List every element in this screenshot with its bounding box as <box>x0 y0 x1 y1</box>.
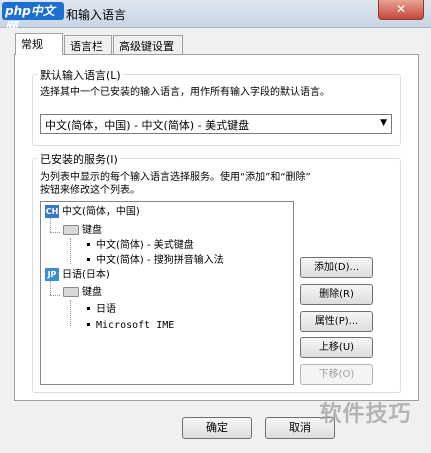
chevron-down-icon: ▼ <box>380 118 387 128</box>
default-language-description: 选择其中一个已安装的输入语言，用作所有输入字段的默认语言。 <box>40 87 330 98</box>
ok-button[interactable]: 确定 <box>182 417 252 439</box>
tree-connector <box>50 295 60 296</box>
tree-connector <box>50 232 60 233</box>
close-button[interactable]: ✕ <box>378 0 424 20</box>
title-bar: php中文网 和输入语言 ✕ <box>0 0 431 34</box>
language-badge-icon: JP <box>45 268 59 281</box>
add-button[interactable]: 添加(D)... <box>300 257 373 278</box>
tree-item-label: 中文(简体) - 搜狗拼音输入法 <box>96 255 224 266</box>
tree-item-label: 中文(简体) - 美式键盘 <box>96 240 194 251</box>
window-title: 和输入语言 <box>66 8 127 22</box>
tree-node-language-chinese[interactable]: CH 中文(简体，中国) <box>45 205 140 220</box>
site-logo: php中文网 <box>2 2 64 34</box>
tree-node-keyboard-group[interactable]: 键盘 <box>63 224 102 238</box>
properties-button[interactable]: 属性(P)... <box>300 311 373 332</box>
default-language-group-title: 默认输入语言(L) <box>38 67 123 83</box>
tree-connector <box>70 300 71 326</box>
move-up-button[interactable]: 上移(U) <box>300 337 373 358</box>
tree-item-sogou-pinyin[interactable]: 中文(简体) - 搜狗拼音输入法 <box>85 254 224 268</box>
tree-connector <box>50 281 51 295</box>
tree-node-label: 中文(简体，中国) <box>62 206 140 218</box>
bullet-icon <box>87 306 90 310</box>
tab-general[interactable]: 常规 <box>15 33 63 55</box>
tree-item-label: Microsoft IME <box>96 320 175 331</box>
tree-node-label: 日语(日本) <box>62 269 110 281</box>
tree-node-language-japanese[interactable]: JP 日语(日本) <box>45 268 110 283</box>
tab-language-bar[interactable]: 语言栏 <box>64 35 112 54</box>
bullet-icon <box>87 257 90 261</box>
remove-button[interactable]: 删除(R) <box>300 284 373 305</box>
tree-node-label: 键盘 <box>82 287 102 298</box>
move-down-button[interactable]: 下移(O) <box>300 364 373 385</box>
bullet-icon <box>87 322 90 326</box>
keyboard-icon <box>63 225 79 235</box>
tree-connector <box>50 218 51 232</box>
bullet-icon <box>87 242 90 246</box>
watermark: 软件技巧 <box>319 402 412 427</box>
installed-services-group-title: 已安装的服务(I) <box>38 151 120 167</box>
tree-node-label: 键盘 <box>82 225 102 236</box>
tab-advanced-key-settings[interactable]: 高级键设置 <box>113 35 183 54</box>
tree-connector <box>70 238 71 264</box>
language-badge-icon: CH <box>45 205 59 218</box>
keyboard-icon <box>63 287 79 297</box>
default-language-value: 中文(简体，中国) - 中文(简体) - 美式键盘 <box>45 119 250 132</box>
installed-services-tree[interactable]: CH 中文(简体，中国) 键盘 中文(简体) - 美式键盘 中文(简体) - 搜狗… <box>40 201 294 385</box>
default-language-select[interactable]: 中文(简体，中国) - 中文(简体) - 美式键盘 ▼ <box>40 114 392 134</box>
tree-item-us-keyboard[interactable]: 中文(简体) - 美式键盘 <box>85 239 194 253</box>
installed-services-description-2: 按钮来修改这个列表。 <box>40 185 140 196</box>
tree-item-japanese[interactable]: 日语 <box>85 303 116 317</box>
tree-item-microsoft-ime[interactable]: Microsoft IME <box>85 319 174 333</box>
tree-item-label: 日语 <box>96 304 116 315</box>
tree-node-keyboard-group[interactable]: 键盘 <box>63 286 102 300</box>
